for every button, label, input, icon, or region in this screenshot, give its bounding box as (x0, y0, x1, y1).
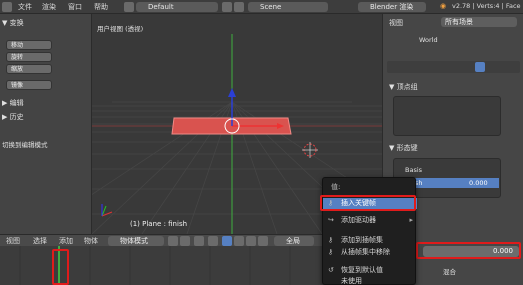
mirror-button[interactable]: 镜像 (6, 80, 52, 90)
stats-text: v2.78 | Verts:4 | Face (452, 2, 521, 10)
layout-selector[interactable]: Default (136, 2, 218, 12)
scene-filter-name: 所有场景 (445, 18, 473, 26)
add-driver-item[interactable]: ↪ 添加驱动器 ▸ (323, 215, 417, 226)
context-menu-title: 值: (331, 183, 341, 191)
shape-key-finish-value[interactable]: 0.000 (469, 179, 488, 187)
rotate-button[interactable]: 旋转 (6, 52, 52, 62)
rotate-manipulator-icon[interactable] (246, 236, 256, 246)
shape-key-basis[interactable]: Basis (405, 166, 422, 174)
shape-keys-header[interactable]: ▼ 形态键 (389, 143, 418, 153)
shading-icon[interactable] (168, 236, 178, 246)
menu-view[interactable]: 视图 (6, 236, 20, 246)
tool-shelf: ▼ 变换 移动 旋转 缩放 镜像 ▶ 编辑 ▶ 历史 切换到编辑模式 (0, 14, 92, 234)
world-item[interactable]: World (419, 36, 438, 44)
viewport-title: 用户视图 (透视) (97, 25, 144, 33)
manipulator-toggle-icon[interactable] (222, 236, 232, 246)
properties-tabs (387, 61, 520, 73)
add-to-keyingset-item[interactable]: ⚷ 添加到插帧集 (323, 235, 417, 246)
scale-button[interactable]: 缩放 (6, 64, 52, 74)
add-to-keyingset-label: 添加到插帧集 (341, 236, 383, 244)
keyingset-add-icon: ⚷ (328, 236, 334, 244)
menu-file[interactable]: 文件 (18, 2, 32, 12)
menu-help[interactable]: 帮助 (94, 2, 108, 12)
layout-icon[interactable] (124, 2, 134, 12)
translate-manipulator-icon[interactable] (234, 236, 244, 246)
pivot-icon[interactable] (180, 236, 190, 246)
unused-item[interactable]: 未使用 (323, 276, 417, 285)
mode-selector[interactable]: 物体模式 (108, 236, 164, 246)
scale-manipulator-icon[interactable] (258, 236, 268, 246)
mode-name: 物体模式 (120, 237, 148, 245)
info-header: 文件 渲染 窗口 帮助 Default Scene Blender 渲染 ◉ v… (0, 0, 523, 14)
render-engine-selector[interactable]: Blender 渲染 (358, 2, 426, 12)
editor-type-icon[interactable] (2, 2, 12, 12)
orientation-name: 全局 (286, 237, 300, 245)
annotation-value-box (416, 242, 521, 259)
snap-icon[interactable] (194, 236, 204, 246)
edit-panel-header[interactable]: ▶ 编辑 (2, 98, 24, 108)
add-layout-icon[interactable] (222, 2, 232, 12)
menu-select[interactable]: 选择 (33, 236, 47, 246)
remove-from-keyingset-label: 从插帧集中移除 (341, 248, 390, 256)
history-panel-header[interactable]: ▶ 历史 (2, 112, 24, 122)
data-tab-icon[interactable] (475, 62, 485, 72)
reset-default-label: 恢复到默认值 (341, 266, 383, 274)
menu-render[interactable]: 渲染 (42, 2, 56, 12)
move-button[interactable]: 移动 (6, 40, 52, 50)
submenu-arrow-icon: ▸ (409, 216, 413, 224)
annotation-frame-box (52, 249, 69, 285)
menu-object[interactable]: 物体 (84, 236, 98, 246)
toggle-edit-mode-operator[interactable]: 切换到编辑模式 (2, 139, 48, 149)
blend-label: 混合 (443, 268, 456, 276)
view-label: 视图 (389, 19, 403, 27)
vertex-groups-list[interactable] (393, 96, 501, 136)
vertex-groups-header[interactable]: ▼ 顶点组 (389, 82, 418, 92)
active-object-label: (1) Plane : finish (130, 220, 188, 228)
reset-icon: ↺ (328, 266, 334, 274)
proportional-icon[interactable] (208, 236, 218, 246)
menu-window[interactable]: 窗口 (68, 2, 82, 12)
reset-default-item[interactable]: ↺ 恢复到默认值 (323, 265, 417, 276)
scene-icon[interactable] (234, 2, 244, 12)
driver-icon: ↪ (328, 216, 334, 224)
annotation-insert-keyframe-box (320, 195, 416, 211)
scene-filter-selector[interactable]: 所有场景 (441, 17, 517, 27)
remove-from-keyingset-item[interactable]: ⚷ 从插帧集中移除 (323, 247, 417, 258)
manipulator-z-head[interactable] (228, 88, 236, 97)
transform-orientation-selector[interactable]: 全局 (274, 236, 314, 246)
transform-panel-header[interactable]: ▼ 变换 (2, 18, 24, 28)
keyingset-remove-icon: ⚷ (328, 248, 334, 256)
add-driver-label: 添加驱动器 (341, 216, 376, 224)
layout-name: Default (148, 3, 174, 11)
context-menu: 值: ⚷ 插入关键帧 ↪ 添加驱动器 ▸ ⚷ 添加到插帧集 ⚷ 从插帧集中移除 … (322, 177, 417, 285)
scene-selector[interactable]: Scene (248, 2, 328, 12)
menu-add[interactable]: 添加 (59, 236, 73, 246)
render-engine-name: Blender 渲染 (370, 3, 414, 11)
scene-name: Scene (260, 3, 282, 11)
blender-logo-icon: ◉ (440, 2, 447, 10)
unused-label: 未使用 (341, 277, 362, 285)
